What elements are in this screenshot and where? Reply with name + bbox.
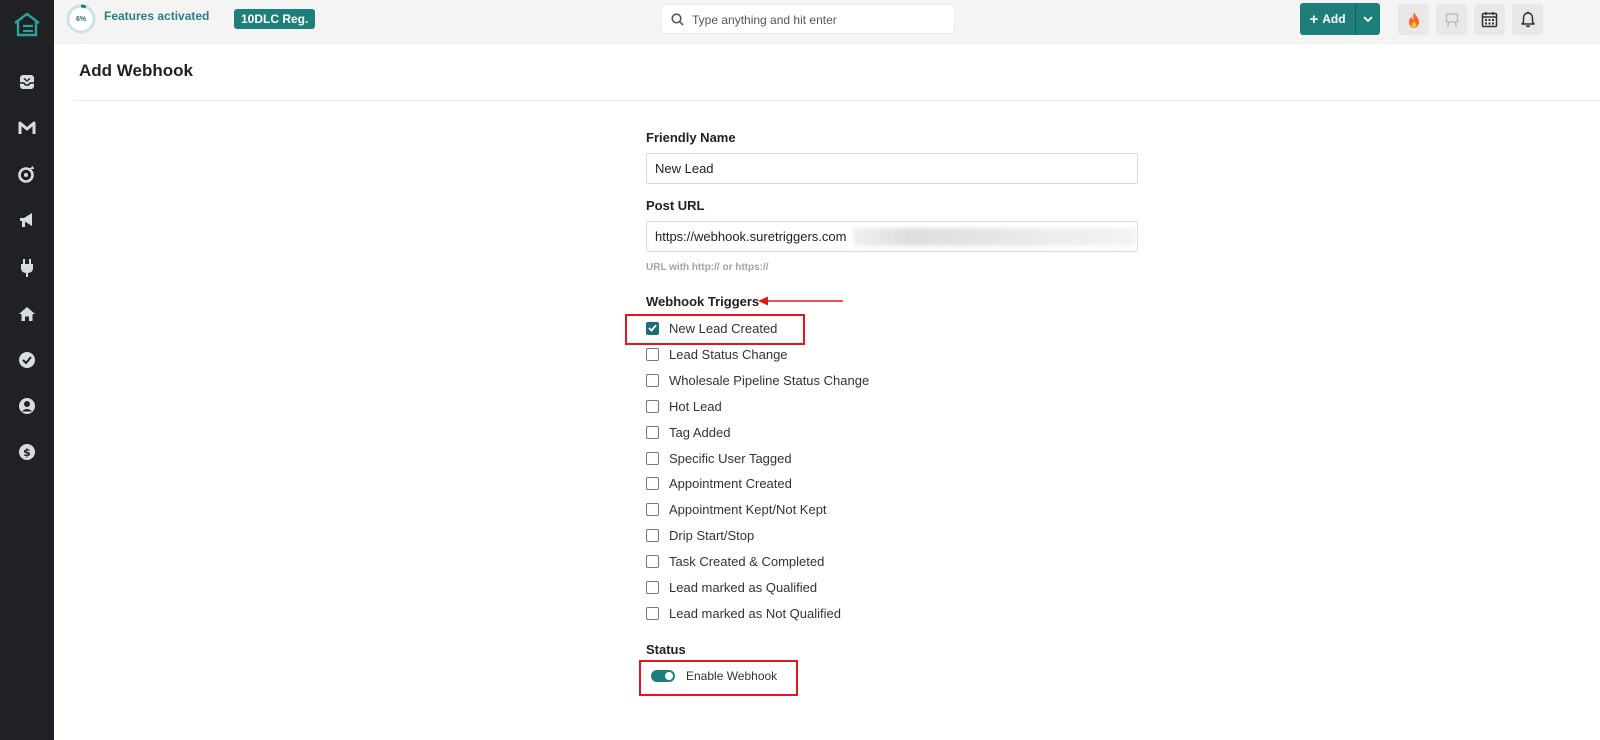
trigger-option[interactable]: Drip Start/Stop bbox=[646, 527, 754, 543]
trigger-checkbox[interactable] bbox=[646, 373, 659, 387]
trigger-label: Specific User Tagged bbox=[669, 450, 792, 466]
add-button-label: Add bbox=[1322, 12, 1346, 26]
trigger-option[interactable]: Lead marked as Qualified bbox=[646, 579, 817, 595]
trigger-checkbox[interactable] bbox=[646, 528, 659, 542]
global-search bbox=[661, 4, 955, 34]
marketing-icon[interactable] bbox=[17, 164, 37, 184]
page-title: Add Webhook bbox=[79, 61, 193, 80]
megaphone-icon[interactable] bbox=[17, 210, 37, 230]
trigger-label: Task Created & Completed bbox=[669, 553, 825, 569]
notifications-button[interactable] bbox=[1512, 4, 1543, 35]
search-icon bbox=[671, 13, 684, 26]
plugin-icon[interactable] bbox=[17, 258, 37, 278]
trigger-label: Appointment Created bbox=[669, 475, 792, 491]
status-label: Status bbox=[646, 642, 686, 657]
home-icon[interactable] bbox=[17, 304, 37, 324]
sidebar: $ bbox=[0, 0, 54, 740]
trigger-option[interactable]: Lead Status Change bbox=[646, 346, 788, 362]
trigger-checkbox[interactable] bbox=[646, 399, 659, 413]
trigger-option[interactable]: Task Created & Completed bbox=[646, 553, 824, 569]
trigger-label: Appointment Kept/Not Kept bbox=[669, 501, 827, 517]
svg-text:$: $ bbox=[23, 446, 31, 459]
bell-icon bbox=[1520, 11, 1535, 28]
trigger-label: Lead marked as Not Qualified bbox=[669, 605, 841, 621]
header-divider bbox=[74, 100, 1600, 101]
highlight-box-status bbox=[639, 660, 798, 696]
annotation-arrow-icon bbox=[758, 296, 843, 306]
trigger-label: Tag Added bbox=[669, 424, 731, 440]
inbox-icon[interactable] bbox=[17, 72, 37, 92]
10dlc-registration-badge[interactable]: 10DLC Reg. bbox=[234, 9, 316, 29]
presentation-button[interactable] bbox=[1436, 4, 1467, 35]
logo-icon[interactable] bbox=[13, 11, 41, 37]
search-input[interactable] bbox=[692, 10, 947, 30]
friendly-name-input[interactable]: New Lead bbox=[646, 153, 1138, 184]
trigger-checkbox[interactable] bbox=[646, 451, 659, 465]
trigger-label: Drip Start/Stop bbox=[669, 527, 755, 543]
trigger-checkbox[interactable] bbox=[646, 425, 659, 439]
trigger-option[interactable]: Tag Added bbox=[646, 424, 730, 440]
trigger-option[interactable]: Wholesale Pipeline Status Change bbox=[646, 372, 869, 388]
fire-icon bbox=[1408, 11, 1419, 28]
trigger-checkbox[interactable] bbox=[646, 502, 659, 516]
trigger-label: Lead Status Change bbox=[669, 346, 788, 362]
post-url-hint: URL with http:// or https:// bbox=[646, 262, 769, 273]
trigger-option[interactable]: Hot Lead bbox=[646, 398, 722, 414]
plus-icon: + bbox=[1309, 10, 1319, 28]
hot-leads-button[interactable] bbox=[1398, 4, 1429, 35]
features-progress-ring[interactable]: 6% bbox=[65, 3, 97, 35]
add-button-group: + Add bbox=[1300, 3, 1380, 35]
post-url-label: Post URL bbox=[646, 198, 705, 213]
post-url-redacted bbox=[853, 228, 1136, 246]
features-progress-percent: 6% bbox=[75, 15, 87, 23]
gmail-icon[interactable] bbox=[17, 118, 37, 138]
add-dropdown-toggle[interactable] bbox=[1356, 3, 1380, 35]
highlight-box-trigger bbox=[625, 314, 805, 345]
chevron-down-icon bbox=[1363, 16, 1373, 22]
trigger-checkbox[interactable] bbox=[646, 347, 659, 361]
trigger-checkbox[interactable] bbox=[646, 476, 659, 490]
trigger-option[interactable]: Specific User Tagged bbox=[646, 450, 792, 466]
check-circle-icon[interactable] bbox=[17, 350, 37, 370]
calendar-button[interactable] bbox=[1474, 4, 1505, 35]
trigger-label: Wholesale Pipeline Status Change bbox=[669, 372, 870, 388]
trigger-option[interactable]: Appointment Created bbox=[646, 475, 792, 491]
user-icon[interactable] bbox=[17, 396, 37, 416]
trigger-checkbox[interactable] bbox=[646, 554, 659, 568]
dollar-icon[interactable]: $ bbox=[17, 442, 37, 462]
friendly-name-label: Friendly Name bbox=[646, 130, 736, 145]
calendar-icon bbox=[1481, 12, 1498, 28]
trigger-label: Hot Lead bbox=[669, 398, 722, 414]
trigger-checkbox[interactable] bbox=[646, 580, 659, 594]
easel-icon bbox=[1445, 12, 1458, 27]
top-bar: 6% Features activated 10DLC Reg. + Add bbox=[54, 0, 1600, 44]
trigger-option[interactable]: Appointment Kept/Not Kept bbox=[646, 501, 827, 517]
add-button[interactable]: + Add bbox=[1300, 3, 1356, 35]
webhook-triggers-label: Webhook Triggers bbox=[646, 294, 760, 309]
trigger-label: Lead marked as Qualified bbox=[669, 579, 818, 595]
features-activated-label[interactable]: Features activated bbox=[104, 9, 209, 23]
trigger-checkbox[interactable] bbox=[646, 606, 659, 620]
trigger-option[interactable]: Lead marked as Not Qualified bbox=[646, 605, 841, 621]
